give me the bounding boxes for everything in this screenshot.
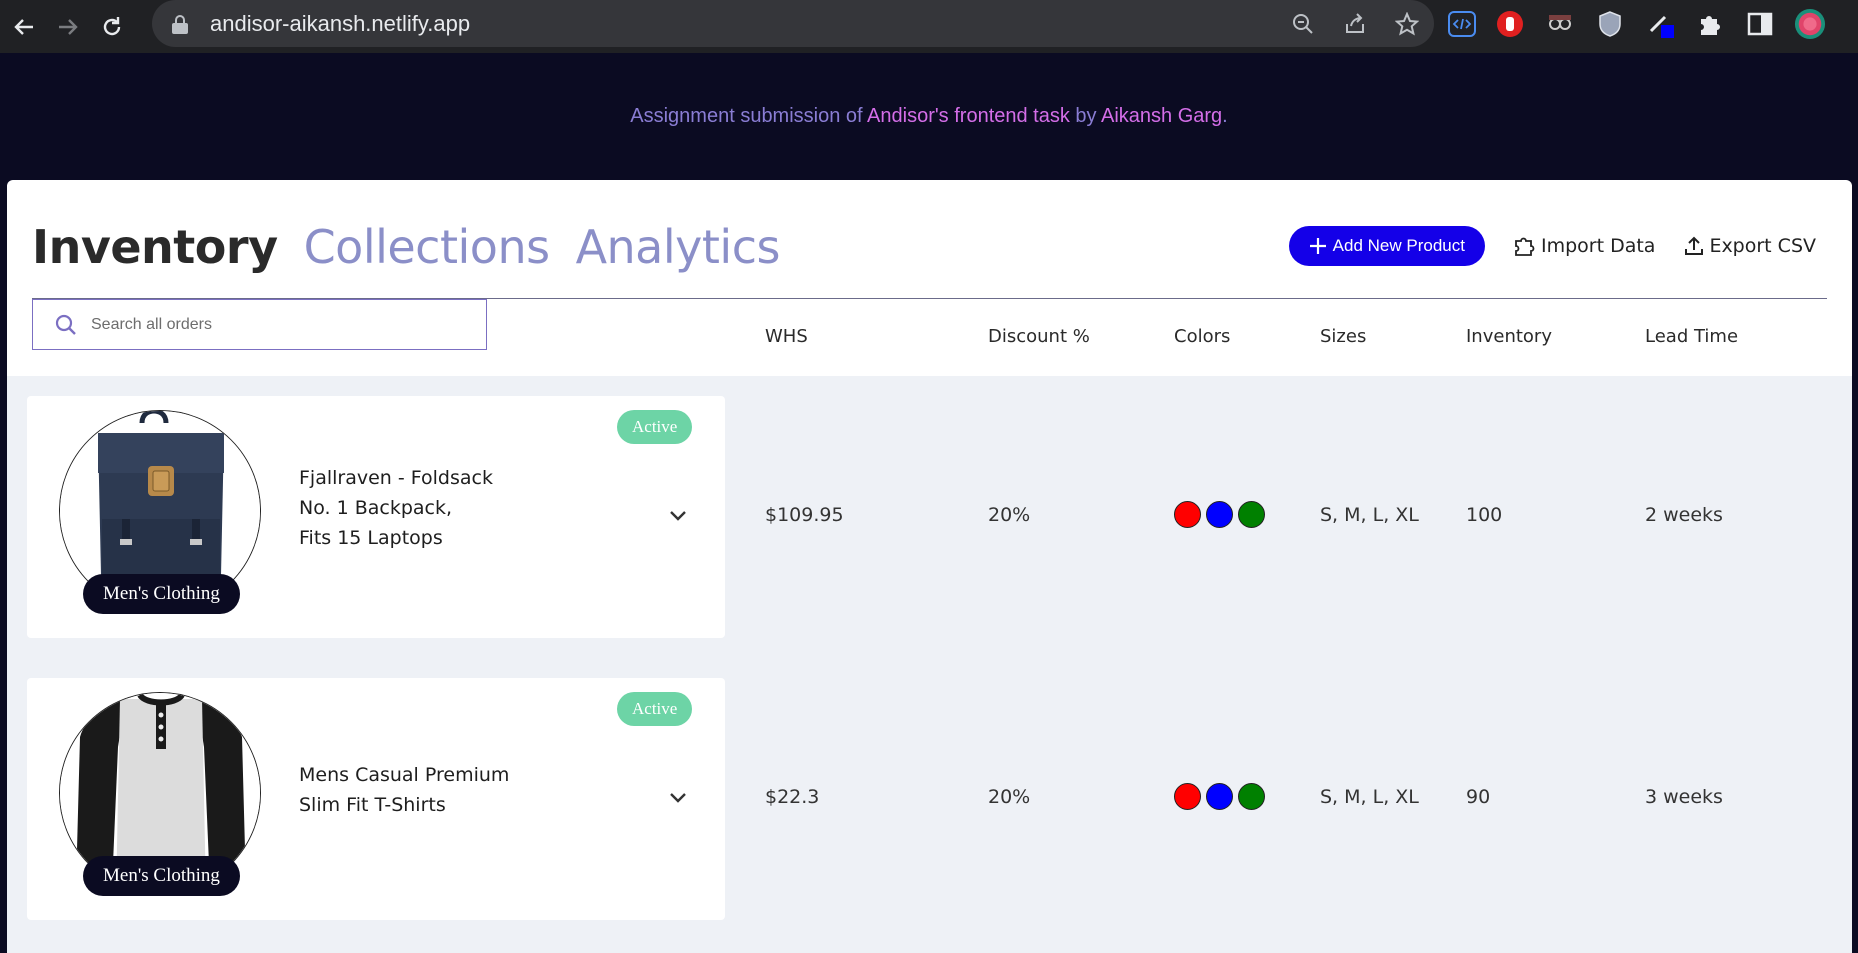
product-title-line: Slim Fit T-Shirts (299, 794, 446, 816)
whs-value: $109.95 (765, 504, 844, 526)
product-card[interactable]: Men's Clothing Active Fjallraven - Folds… (27, 396, 725, 638)
color-swatches (1174, 783, 1265, 810)
extensions-puzzle-icon[interactable] (1694, 8, 1726, 40)
spy-extension-icon[interactable] (1544, 8, 1576, 40)
product-list: Men's Clothing Active Fjallraven - Folds… (7, 376, 1852, 953)
task-link[interactable]: Andisor's frontend task (867, 105, 1070, 127)
column-header-lead-time[interactable]: Lead Time (1645, 326, 1738, 347)
inventory-panel: Inventory Collections Analytics Add New … (7, 180, 1852, 953)
product-row: Men's Clothing Active Fjallraven - Folds… (7, 396, 1852, 638)
reload-button[interactable] (92, 7, 132, 47)
whs-value: $22.3 (765, 786, 820, 808)
product-title[interactable]: Mens Casual Premium Slim Fit T-Shirts (299, 760, 539, 820)
product-title-line: Fits 15 Laptops (299, 527, 443, 549)
arrow-left-icon (14, 18, 33, 35)
column-header-whs[interactable]: WHS (765, 326, 808, 347)
status-badge: Active (617, 410, 693, 444)
devtools-extension-icon[interactable] (1448, 10, 1476, 37)
color-swatch-red[interactable] (1174, 501, 1201, 528)
adblock-extension-icon[interactable] (1494, 8, 1526, 40)
color-swatch-green[interactable] (1238, 501, 1265, 528)
product-row: Men's Clothing Active Mens Casual Premiu… (7, 678, 1852, 920)
import-data-button[interactable]: Import Data (1513, 234, 1655, 258)
banner-text: Assignment submission of Andisor's front… (630, 105, 1227, 128)
product-title-line: No. 1 Backpack, (299, 497, 453, 519)
sizes-value: S, M, L, XL (1320, 786, 1419, 808)
column-header-colors[interactable]: Colors (1174, 326, 1230, 347)
upload-icon (1685, 236, 1704, 255)
column-header-sizes[interactable]: Sizes (1320, 326, 1366, 347)
tab-collections[interactable]: Collections (304, 220, 551, 274)
chevron-down-icon[interactable] (667, 508, 689, 524)
search-icon (55, 314, 76, 335)
chevron-down-icon[interactable] (667, 790, 689, 806)
plus-icon (1309, 238, 1326, 254)
inventory-value: 100 (1466, 504, 1503, 526)
banner-by: by (1069, 105, 1101, 127)
reload-icon (103, 16, 121, 35)
export-csv-label: Export CSV (1709, 235, 1816, 257)
status-badge: Active (617, 692, 693, 726)
color-swatch-blue[interactable] (1206, 501, 1233, 528)
column-header-inventory[interactable]: Inventory (1466, 326, 1552, 347)
star-icon[interactable] (1392, 9, 1422, 39)
category-badge: Men's Clothing (83, 856, 240, 896)
side-panel-icon[interactable] (1744, 8, 1776, 40)
color-swatch-red[interactable] (1174, 783, 1201, 810)
browser-toolbar: andisor-aikansh.netlify.app (0, 0, 1858, 53)
import-data-label: Import Data (1540, 235, 1656, 257)
tab-inventory[interactable]: Inventory (32, 220, 278, 274)
arrow-right-icon (59, 18, 78, 35)
lock-icon (172, 14, 188, 34)
zoom-icon[interactable] (1288, 9, 1318, 39)
color-picker-extension-icon[interactable] (1644, 8, 1676, 40)
category-badge: Men's Clothing (83, 574, 240, 614)
product-title-line: Fjallraven - Foldsack (299, 467, 493, 489)
url-text[interactable]: andisor-aikansh.netlify.app (210, 11, 470, 37)
address-bar[interactable]: andisor-aikansh.netlify.app (152, 0, 1434, 47)
search-box[interactable] (32, 299, 487, 350)
product-title-line: Mens Casual Premium (299, 764, 510, 786)
inventory-value: 90 (1466, 786, 1491, 808)
product-title[interactable]: Fjallraven - Foldsack No. 1 Backpack, Fi… (299, 463, 539, 553)
search-input[interactable] (91, 315, 451, 334)
discount-value: 20% (988, 786, 1031, 808)
page-tabs: Inventory Collections Analytics (32, 220, 780, 274)
shield-extension-icon[interactable] (1594, 8, 1626, 40)
discount-value: 20% (988, 504, 1031, 526)
profile-avatar-icon[interactable] (1794, 8, 1826, 40)
color-swatches (1174, 501, 1265, 528)
back-button[interactable] (4, 7, 44, 47)
puzzle-icon (1515, 237, 1535, 256)
color-swatch-blue[interactable] (1206, 783, 1233, 810)
add-new-product-button[interactable]: Add New Product (1288, 226, 1485, 266)
column-header-discount[interactable]: Discount % (988, 326, 1090, 347)
tab-analytics[interactable]: Analytics (576, 220, 781, 274)
forward-button[interactable] (48, 7, 88, 47)
export-csv-button[interactable]: Export CSV (1683, 235, 1816, 257)
action-bar: Add New Product Import Data Export CSV (1288, 226, 1816, 266)
share-icon[interactable] (1340, 9, 1370, 39)
sizes-value: S, M, L, XL (1320, 504, 1419, 526)
color-swatch-green[interactable] (1238, 783, 1265, 810)
submission-banner: Assignment submission of Andisor's front… (0, 53, 1858, 180)
add-new-product-label: Add New Product (1332, 236, 1465, 255)
lead-time-value: 3 weeks (1645, 786, 1723, 808)
banner-prefix: Assignment submission of (630, 105, 868, 127)
banner-suffix: . (1222, 105, 1228, 127)
product-card[interactable]: Men's Clothing Active Mens Casual Premiu… (27, 678, 725, 920)
author-link[interactable]: Aikansh Garg (1101, 105, 1222, 127)
lead-time-value: 2 weeks (1645, 504, 1723, 526)
